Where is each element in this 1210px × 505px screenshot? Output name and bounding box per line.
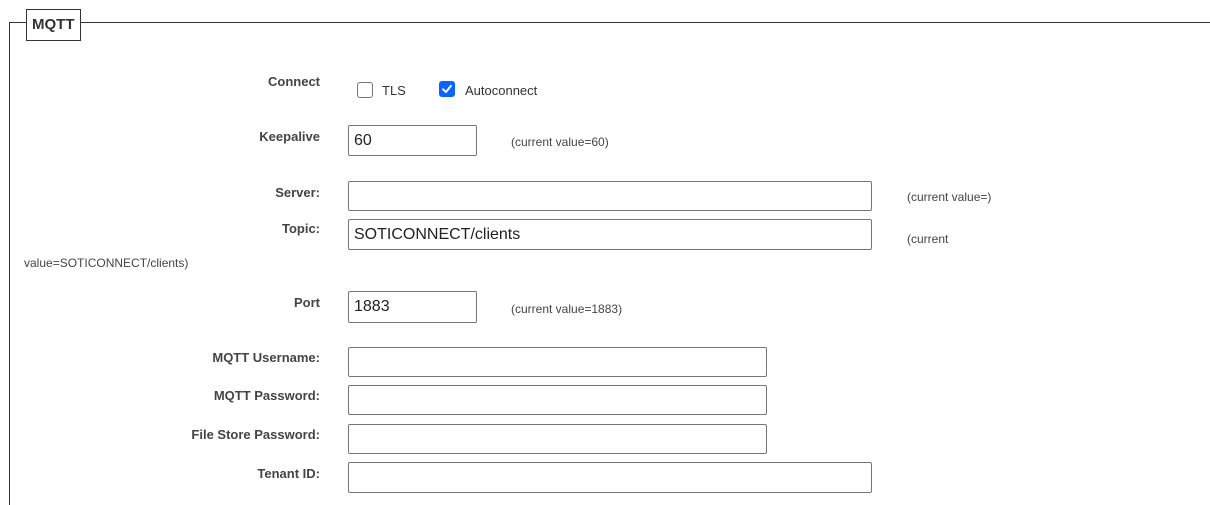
topic-current-value-end: value=SOTICONNECT/clients) bbox=[24, 256, 189, 270]
tenant-id-input[interactable] bbox=[348, 462, 872, 493]
topic-current-value-start: (current bbox=[907, 232, 949, 246]
tenant-id-label: Tenant ID: bbox=[257, 466, 320, 481]
file-store-password-input[interactable] bbox=[348, 424, 767, 454]
port-input[interactable] bbox=[348, 291, 477, 323]
file-store-password-label: File Store Password: bbox=[191, 427, 320, 442]
server-input[interactable] bbox=[348, 181, 872, 211]
autoconnect-checkbox[interactable] bbox=[439, 81, 455, 97]
fieldset-legend: MQTT bbox=[26, 9, 81, 41]
fieldset-border-top bbox=[9, 22, 1210, 23]
tls-label[interactable]: TLS bbox=[382, 83, 406, 99]
topic-input[interactable] bbox=[348, 219, 872, 250]
mqtt-username-label: MQTT Username: bbox=[212, 350, 320, 365]
topic-label: Topic: bbox=[281, 221, 320, 236]
keepalive-input[interactable] bbox=[348, 125, 477, 156]
fieldset-border-left bbox=[9, 22, 10, 505]
mqtt-username-input[interactable] bbox=[348, 347, 767, 377]
connect-label: Connect bbox=[268, 74, 320, 89]
keepalive-current-value: (current value=60) bbox=[511, 135, 609, 149]
tls-checkbox[interactable] bbox=[357, 82, 373, 98]
mqtt-password-input[interactable] bbox=[348, 385, 767, 415]
port-label: Port bbox=[294, 295, 320, 310]
server-current-value: (current value=) bbox=[907, 190, 992, 204]
port-current-value: (current value=1883) bbox=[511, 302, 623, 316]
mqtt-password-label: MQTT Password: bbox=[213, 388, 320, 403]
keepalive-label: Keepalive bbox=[259, 129, 320, 144]
autoconnect-label[interactable]: Autoconnect bbox=[465, 83, 537, 99]
server-label: Server: bbox=[275, 185, 320, 200]
checkmark-icon bbox=[442, 84, 452, 93]
